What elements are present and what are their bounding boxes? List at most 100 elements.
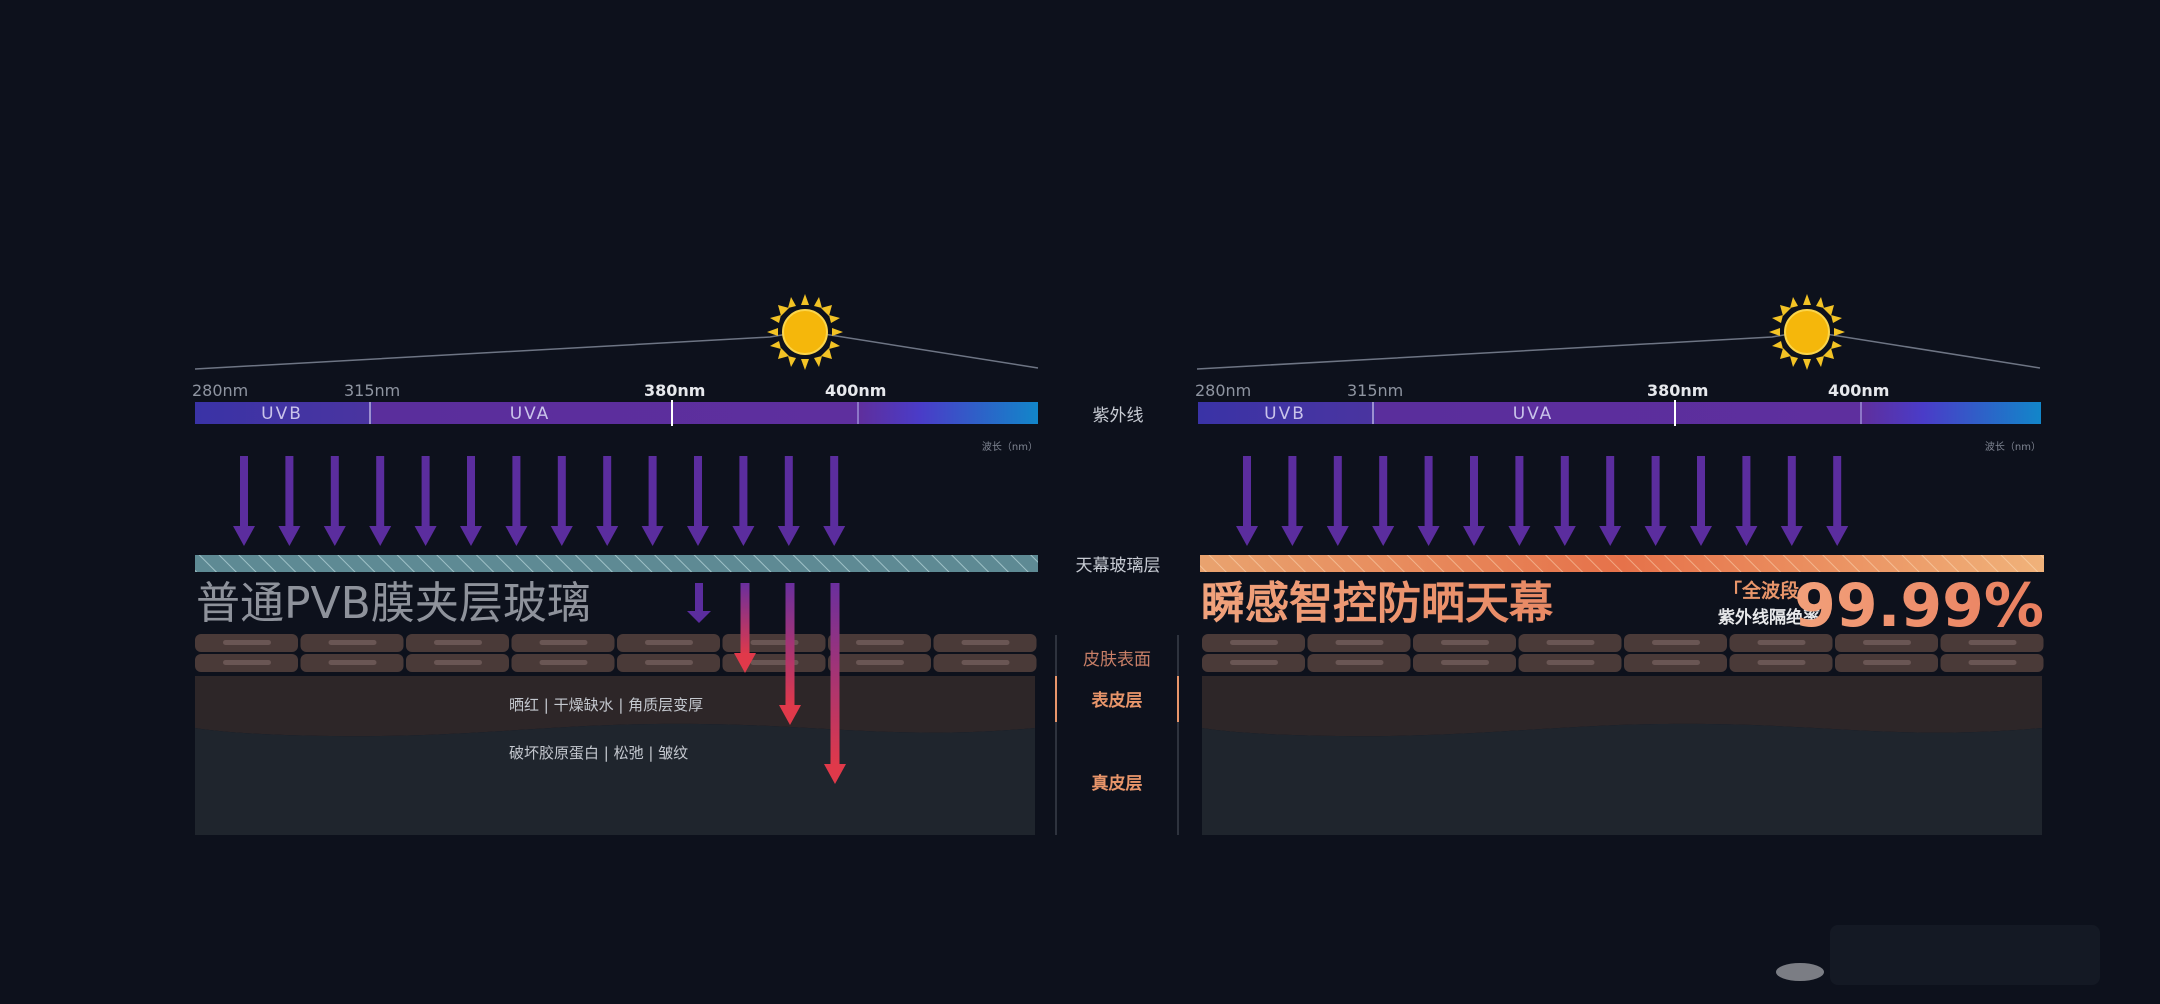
- skin-cell: [1307, 654, 1411, 672]
- wavelength-label-400: 400nm: [825, 381, 886, 400]
- dermis-effects-text: 破坏胶原蛋白 | 松弛 | 皱纹: [509, 744, 688, 762]
- uv-block-rate-value: 99.99%: [1794, 571, 2044, 641]
- sun-ray-line: [194, 330, 1039, 370]
- down-arrow-icon: [1599, 456, 1622, 546]
- skin-cell: [1413, 634, 1516, 652]
- wavelength-label-280: 280nm: [1195, 381, 1251, 400]
- down-arrow-icon: [1372, 456, 1395, 546]
- glass-layer-label: 天幕玻璃层: [1076, 556, 1161, 576]
- down-arrow-icon: [1690, 456, 1712, 546]
- skin-cell: [406, 634, 509, 652]
- band-uva-label: UVA: [1513, 404, 1554, 424]
- down-arrow-icon: [278, 456, 301, 546]
- down-arrow-icon: [460, 456, 482, 546]
- skin-cell: [828, 634, 931, 652]
- skin-cell: [1518, 654, 1622, 672]
- wavelength-label-380: 380nm: [1647, 381, 1708, 400]
- skin-cell: [511, 654, 615, 672]
- dermis-label: 真皮层: [1092, 773, 1143, 794]
- down-arrow-icon: [505, 456, 528, 546]
- skin-cell: [1624, 634, 1727, 652]
- skin-cell: [1307, 634, 1411, 652]
- skin-cell: [1624, 654, 1727, 672]
- wavelength-unit-label: 波长（nm）: [1985, 440, 2041, 453]
- right-panel: 280nm 315nm 380nm 400nm UVB UVA 波长（nm） 瞬…: [1195, 293, 2044, 835]
- panel-title-sunshade-roof: 瞬感智控防晒天幕: [1201, 578, 1554, 629]
- skin-surface-label: 皮肤表面: [1083, 650, 1151, 670]
- down-arrow-icon: [1780, 456, 1803, 546]
- wavelength-label-315: 315nm: [344, 381, 400, 400]
- down-arrow-icon: [687, 456, 709, 546]
- skin-cell: [1835, 634, 1938, 652]
- down-arrow-icon: [233, 456, 255, 546]
- down-arrow-icon: [823, 456, 846, 546]
- skin-cell: [933, 634, 1037, 652]
- wavelength-label-315: 315nm: [1347, 381, 1403, 400]
- down-arrow-icon: [1326, 456, 1349, 546]
- band-uva-label: UVA: [510, 404, 551, 424]
- down-arrow-icon: [1553, 456, 1576, 546]
- down-arrow-icon: [596, 456, 619, 546]
- down-arrow-icon: [1735, 456, 1758, 546]
- sun-icon: [766, 293, 844, 371]
- down-arrow-icon: [1826, 456, 1849, 546]
- skin-cell: [300, 634, 404, 652]
- wavelength-label-380: 380nm: [644, 381, 705, 400]
- down-arrow-icon: [777, 456, 800, 546]
- watermark-logo: [1776, 925, 2100, 985]
- skin-surface-cells: [195, 634, 1037, 672]
- band-uvb-label: UVB: [261, 404, 303, 424]
- wavelength-label-280: 280nm: [192, 381, 248, 400]
- down-arrow-icon: [1236, 456, 1258, 546]
- skin-cell: [1940, 634, 2044, 652]
- skin-cell: [617, 634, 720, 652]
- skin-cell: [195, 634, 298, 652]
- down-arrow-icon: [1463, 456, 1485, 546]
- incoming-uv-arrows: [1236, 456, 1849, 546]
- wavelength-unit-label: 波长（nm）: [982, 440, 1038, 453]
- epidermis-effects-text: 晒红 | 干燥缺水 | 角质层变厚: [509, 696, 703, 714]
- down-arrow-icon: [1417, 456, 1440, 546]
- down-arrow-icon: [641, 456, 664, 546]
- skin-cell: [617, 654, 720, 672]
- down-arrow-icon: [1281, 456, 1304, 546]
- dermis-layer: [195, 723, 1035, 835]
- skin-cell: [933, 654, 1037, 672]
- skin-cell: [1835, 654, 1938, 672]
- down-arrow-icon: [732, 456, 755, 546]
- uv-label: 紫外线: [1093, 406, 1144, 426]
- down-arrow-icon: [414, 456, 437, 546]
- skin-cell: [1518, 634, 1622, 652]
- left-panel: 280nm 315nm 380nm 400nm UVB UVA 波长（nm） 普…: [192, 293, 1039, 835]
- skin-cell: [195, 654, 298, 672]
- glass-layer-hatched: [195, 555, 1038, 572]
- sun-icon: [1768, 293, 1846, 371]
- center-layer-labels: 紫外线 天幕玻璃层 皮肤表面 表皮层 真皮层: [1055, 406, 1179, 835]
- uv-protection-comparison-infographic: 280nm 315nm 380nm 400nm UVB UVA 波长（nm） 普…: [192, 293, 2100, 985]
- uv-spectrum-band: [1198, 402, 2041, 424]
- down-arrow-icon: [323, 456, 346, 546]
- skin-surface-cells: [1202, 634, 2044, 672]
- skin-cell: [1729, 654, 1833, 672]
- skin-cell: [1202, 634, 1305, 652]
- panel-title-ordinary-glass: 普通PVB膜夹层玻璃: [196, 578, 591, 629]
- penetrating-uv-arrows: [687, 583, 711, 623]
- skin-cell: [722, 634, 826, 652]
- skin-cell: [1940, 654, 2044, 672]
- dermis-layer: [1202, 723, 2042, 835]
- skin-cell: [1202, 654, 1305, 672]
- wavelength-label-400: 400nm: [1828, 381, 1889, 400]
- epidermis-label: 表皮层: [1092, 690, 1143, 711]
- band-uvb-label: UVB: [1264, 404, 1306, 424]
- skin-cell: [511, 634, 615, 652]
- skin-cell: [1413, 654, 1516, 672]
- skin-cell: [406, 654, 509, 672]
- down-arrow-icon: [369, 456, 392, 546]
- incoming-uv-arrows: [233, 456, 846, 546]
- sun-ray-line: [1196, 330, 2041, 370]
- skin-cell: [1729, 634, 1833, 652]
- down-arrow-icon: [1644, 456, 1667, 546]
- skin-cell: [828, 654, 931, 672]
- uv-spectrum-band: [195, 402, 1038, 424]
- skin-cell: [300, 654, 404, 672]
